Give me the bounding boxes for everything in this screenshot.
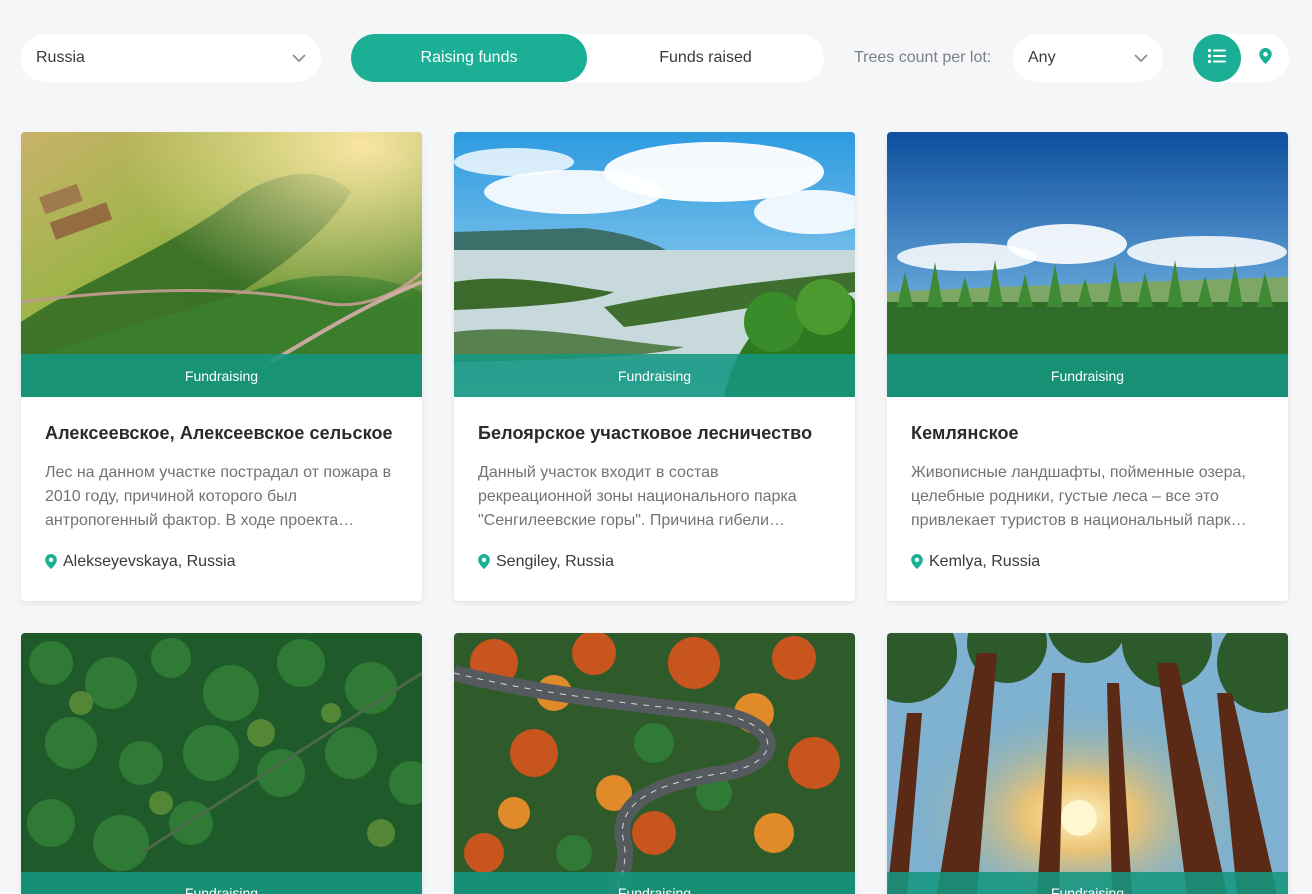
filter-toolbar: Russia Raising funds Funds raised Trees …: [21, 34, 1291, 82]
list-view-button[interactable]: [1193, 34, 1241, 82]
map-pin-icon: [911, 553, 925, 571]
status-badge: Fundraising: [21, 872, 422, 894]
country-select-value: Russia: [36, 49, 85, 66]
list-icon: [1207, 48, 1227, 69]
card-image: Fundraising: [887, 633, 1288, 894]
status-badge: Fundraising: [21, 354, 422, 397]
card-location: Sengiley, Russia: [478, 553, 831, 571]
card-location: Alekseyevskaya, Russia: [45, 553, 398, 571]
tab-raising-funds[interactable]: Raising funds: [351, 34, 587, 82]
lot-card[interactable]: Fundraising: [887, 633, 1288, 894]
lot-card[interactable]: Fundraising Белоярское участковое леснич…: [454, 132, 855, 601]
card-image: Fundraising: [887, 132, 1288, 397]
card-description: Данный участок входит в состав рекреацио…: [478, 464, 797, 529]
card-description: Живописные ландшафты, пойменные озера, ц…: [911, 464, 1247, 529]
map-pin-icon: [1258, 47, 1272, 69]
card-title: Кемлянское: [911, 423, 1019, 443]
view-toggle: [1193, 34, 1289, 82]
lot-card[interactable]: Fundraising: [454, 633, 855, 894]
trees-count-value: Any: [1028, 49, 1056, 66]
trees-count-label: Trees count per lot:: [854, 49, 992, 66]
card-image: Fundraising: [454, 633, 855, 894]
status-badge: Fundraising: [454, 354, 855, 397]
card-image: Fundraising: [21, 633, 422, 894]
status-badge: Fundraising: [887, 354, 1288, 397]
tab-funds-raised[interactable]: Funds raised: [587, 34, 824, 82]
country-select[interactable]: Russia: [21, 34, 321, 82]
card-image: Fundraising: [454, 132, 855, 397]
map-view-button[interactable]: [1241, 34, 1289, 82]
map-pin-icon: [478, 553, 492, 571]
funding-status-tabs: Raising funds Funds raised: [351, 34, 824, 82]
lot-card[interactable]: Fundraising Кемлянское Живописные ландша…: [887, 132, 1288, 601]
card-location: Kemlya, Russia: [911, 553, 1264, 571]
card-title: Алексеевское, Алексеевское сельское: [45, 423, 393, 443]
card-location-text: Sengiley, Russia: [496, 553, 614, 570]
lot-card[interactable]: Fundraising: [21, 633, 422, 894]
status-badge: Fundraising: [887, 872, 1288, 894]
card-location-text: Kemlya, Russia: [929, 553, 1041, 570]
lot-card[interactable]: Fundraising Алексеевское, Алексеевское с…: [21, 132, 422, 601]
map-pin-icon: [45, 553, 59, 571]
card-image: Fundraising: [21, 132, 422, 397]
chevron-down-icon: [291, 50, 307, 66]
card-description: Лес на данном участке пострадал от пожар…: [45, 464, 392, 529]
card-title: Белоярское участковое лесничество: [478, 423, 813, 443]
trees-count-select[interactable]: Any: [1013, 34, 1163, 82]
card-location-text: Alekseyevskaya, Russia: [63, 553, 236, 570]
status-badge: Fundraising: [454, 872, 855, 894]
chevron-down-icon: [1133, 50, 1149, 66]
